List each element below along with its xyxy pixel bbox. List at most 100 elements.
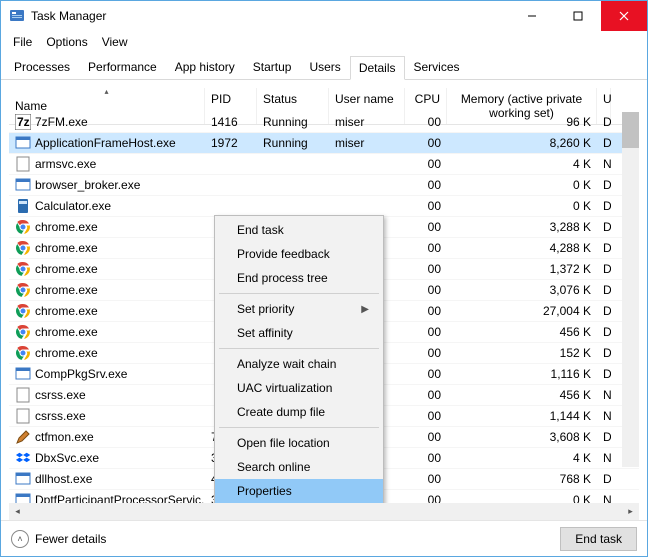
context-menu-item-search-online[interactable]: Search online (215, 455, 383, 479)
maximize-button[interactable] (555, 1, 601, 31)
tab-details[interactable]: Details (350, 56, 405, 80)
process-memory: 4 K (447, 451, 597, 465)
process-memory: 3,608 K (447, 430, 597, 444)
process-memory: 768 K (447, 472, 597, 486)
process-name: DbxSvc.exe (35, 451, 99, 465)
context-menu-item-analyze-wait-chain[interactable]: Analyze wait chain (215, 352, 383, 376)
process-memory: 27,004 K (447, 304, 597, 318)
context-menu-item-set-affinity[interactable]: Set affinity (215, 321, 383, 345)
process-u: D (597, 283, 611, 297)
process-name: DptfParticipantProcessorServic... (35, 493, 205, 503)
menu-file[interactable]: File (7, 33, 38, 51)
process-memory: 8,260 K (447, 136, 597, 150)
table-row[interactable]: armsvc.exe004 KN (9, 154, 639, 175)
process-cpu: 00 (405, 262, 447, 276)
end-task-button[interactable]: End task (560, 527, 637, 551)
tab-services[interactable]: Services (405, 55, 469, 79)
context-menu-item-create-dump-file[interactable]: Create dump file (215, 400, 383, 424)
process-u: D (597, 241, 611, 255)
process-u: D (597, 367, 611, 381)
process-cpu: 00 (405, 136, 447, 150)
close-button[interactable] (601, 1, 647, 31)
footer: ˄ Fewer details End task (1, 520, 647, 556)
process-icon (15, 135, 31, 151)
task-manager-icon (9, 8, 25, 24)
process-cpu: 00 (405, 388, 447, 402)
context-menu-separator (219, 427, 379, 428)
context-menu-label: Search online (237, 460, 310, 474)
horizontal-scrollbar[interactable]: ◂ ▸ (9, 503, 639, 520)
tab-users[interactable]: Users (300, 55, 349, 79)
table-row[interactable]: 7z7zFM.exe1416Runningmiser0096 KD (9, 112, 639, 133)
process-pid: 1416 (205, 115, 257, 129)
tab-app-history[interactable]: App history (166, 55, 244, 79)
tab-bar: ProcessesPerformanceApp historyStartupUs… (1, 55, 647, 80)
process-name: chrome.exe (35, 304, 98, 318)
context-menu-separator (219, 293, 379, 294)
table-row[interactable]: ApplicationFrameHost.exe1972Runningmiser… (9, 133, 639, 154)
tab-startup[interactable]: Startup (244, 55, 301, 79)
process-u: D (597, 199, 611, 213)
process-name: chrome.exe (35, 262, 98, 276)
process-u: N (597, 493, 611, 503)
tab-performance[interactable]: Performance (79, 55, 166, 79)
process-cpu: 00 (405, 472, 447, 486)
vertical-scrollbar[interactable] (622, 112, 639, 467)
process-name: chrome.exe (35, 325, 98, 339)
chevron-right-icon: ▶ (361, 304, 369, 315)
context-menu-label: Set affinity (237, 326, 293, 340)
process-memory: 1,116 K (447, 367, 597, 381)
process-cpu: 00 (405, 409, 447, 423)
context-menu-item-provide-feedback[interactable]: Provide feedback (215, 242, 383, 266)
table-row[interactable]: Calculator.exe000 KD (9, 196, 639, 217)
context-menu-item-end-process-tree[interactable]: End process tree (215, 266, 383, 290)
menu-options[interactable]: Options (40, 33, 93, 51)
process-u: D (597, 178, 611, 192)
process-cpu: 00 (405, 283, 447, 297)
tab-processes[interactable]: Processes (5, 55, 79, 79)
process-name: chrome.exe (35, 346, 98, 360)
process-u: D (597, 115, 611, 129)
process-icon (15, 324, 31, 340)
process-memory: 1,144 K (447, 409, 597, 423)
scroll-left-icon[interactable]: ◂ (9, 503, 26, 520)
process-name: dllhost.exe (35, 472, 92, 486)
process-icon (15, 408, 31, 424)
context-menu-item-end-task[interactable]: End task (215, 218, 383, 242)
process-icon (15, 303, 31, 319)
context-menu-item-uac-virtualization[interactable]: UAC virtualization (215, 376, 383, 400)
process-icon (15, 450, 31, 466)
process-cpu: 00 (405, 115, 447, 129)
process-memory: 456 K (447, 388, 597, 402)
scroll-right-icon[interactable]: ▸ (622, 503, 639, 520)
process-name: ApplicationFrameHost.exe (35, 136, 176, 150)
process-icon (15, 156, 31, 172)
sort-indicator-icon: ▴ (104, 87, 108, 96)
context-menu-label: Properties (237, 484, 292, 498)
scrollbar-thumb[interactable] (622, 112, 639, 148)
table-row[interactable]: browser_broker.exe000 KD (9, 175, 639, 196)
process-memory: 96 K (447, 115, 597, 129)
process-name: CompPkgSrv.exe (35, 367, 127, 381)
context-menu: End taskProvide feedbackEnd process tree… (214, 215, 384, 503)
process-cpu: 00 (405, 430, 447, 444)
process-memory: 4 K (447, 157, 597, 171)
process-u: D (597, 220, 611, 234)
process-icon (15, 492, 31, 503)
process-cpu: 00 (405, 325, 447, 339)
process-pid: 1972 (205, 136, 257, 150)
process-cpu: 00 (405, 178, 447, 192)
context-menu-item-open-file-location[interactable]: Open file location (215, 431, 383, 455)
process-u: D (597, 136, 611, 150)
menu-view[interactable]: View (96, 33, 134, 51)
context-menu-item-set-priority[interactable]: Set priority▶ (215, 297, 383, 321)
context-menu-item-properties[interactable]: Properties (215, 479, 383, 503)
details-grid: ▴Name PID Status User name CPU Memory (a… (1, 80, 647, 503)
context-menu-label: Analyze wait chain (237, 357, 336, 371)
minimize-button[interactable] (509, 1, 555, 31)
process-cpu: 00 (405, 451, 447, 465)
context-menu-label: Open file location (237, 436, 330, 450)
context-menu-separator (219, 348, 379, 349)
svg-text:7z: 7z (17, 115, 30, 129)
fewer-details-button[interactable]: ˄ Fewer details (11, 530, 106, 548)
